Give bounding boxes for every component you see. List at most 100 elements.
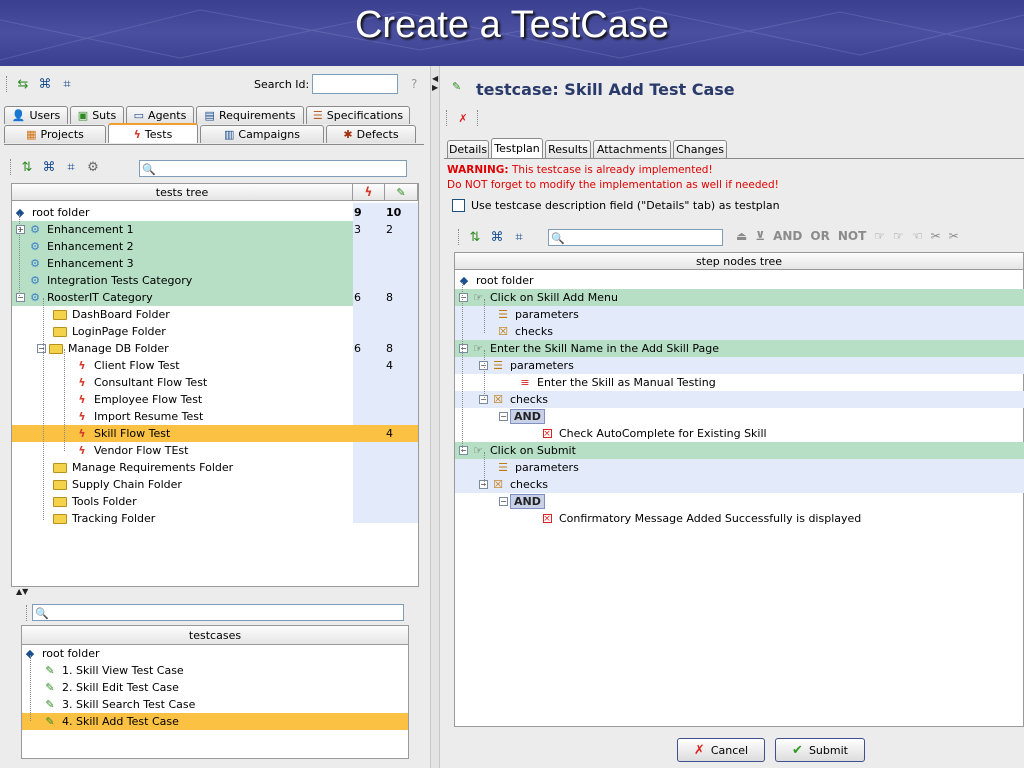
tree-row-selected[interactable]: ϟ Skill Flow Test — [12, 425, 418, 442]
tab-specifications[interactable]: ☰ Specifications — [306, 106, 410, 124]
pane-splitter[interactable]: ◀ ▶ — [430, 66, 440, 768]
cancel-button[interactable]: ✗ Cancel — [677, 738, 765, 762]
sync-icon[interactable]: ⇆ — [15, 76, 31, 92]
tests-count-header[interactable]: ϟ — [352, 183, 385, 201]
step-row[interactable]: − ☒ checks — [455, 476, 1024, 493]
tree-row[interactable]: DashBoard Folder — [52, 306, 352, 323]
step-row[interactable]: ≡ Enter the Skill as Manual Testing — [455, 374, 1024, 391]
tab-results[interactable]: Results — [545, 140, 591, 158]
testcases-search-input[interactable] — [32, 604, 404, 621]
collapse-all-icon[interactable]: ⌗ — [63, 159, 79, 175]
testcase-row[interactable]: ✎ 2. Skill Edit Test Case — [42, 679, 408, 696]
step-row[interactable]: − ☞ Click on Skill Add Menu — [455, 289, 1024, 306]
expand-all-icon[interactable]: ⌘ — [489, 229, 505, 245]
expand-all-icon[interactable]: ⌘ — [37, 76, 53, 92]
collapse-all-icon[interactable]: ⌗ — [59, 76, 75, 92]
tree-row[interactable]: ϟ Client Flow Test — [74, 357, 352, 374]
step-row[interactable]: ◆ root folder — [456, 272, 1022, 289]
tab-defects[interactable]: ✱ Defects — [326, 125, 416, 143]
tab-tests[interactable]: ϟ Tests — [108, 123, 198, 143]
collapse-icon[interactable]: − — [459, 293, 468, 302]
not-button[interactable]: NOT — [838, 229, 866, 243]
tree-row[interactable]: Manage Requirements Folder — [52, 459, 352, 476]
refresh-icon[interactable]: ⇅ — [467, 229, 483, 245]
step-row[interactable]: − ☞ Click on Submit — [455, 442, 1024, 459]
tree-row[interactable]: Supply Chain Folder — [52, 476, 352, 493]
tree-row[interactable]: ⚙ Enhancement 3 — [12, 255, 353, 272]
step-tree-header[interactable]: step nodes tree — [454, 252, 1024, 270]
testcase-row[interactable]: ◆ root folder — [22, 645, 408, 662]
search-id-input[interactable] — [312, 74, 398, 94]
tree-row[interactable]: − Manage DB Folder — [37, 340, 353, 357]
tree-row[interactable]: ϟ Import Resume Test — [74, 408, 352, 425]
move-down-icon[interactable]: ⊻ — [755, 229, 765, 243]
move-up-icon[interactable]: ⏏ — [736, 229, 747, 243]
delete-icon[interactable]: ✂ — [949, 229, 959, 243]
expand-all-icon[interactable]: ⌘ — [41, 159, 57, 175]
and-button[interactable]: AND — [773, 229, 802, 243]
step-row[interactable]: − ☒ checks — [455, 391, 1024, 408]
add-step-icon[interactable]: ☞ — [874, 229, 885, 243]
collapse-all-icon[interactable]: ⌗ — [511, 229, 527, 245]
collapse-icon[interactable]: − — [16, 293, 25, 302]
tree-row[interactable]: Tracking Folder — [52, 510, 352, 527]
add-param-icon[interactable]: ☜ — [912, 229, 923, 243]
testcases-header[interactable]: testcases — [21, 625, 409, 645]
step-row[interactable]: − AND — [455, 408, 1024, 425]
cut-icon[interactable]: ✂ — [931, 229, 941, 243]
step-row[interactable]: − ☞ Enter the Skill Name in the Add Skill … — [455, 340, 1024, 357]
step-row[interactable]: ☰ parameters — [455, 459, 1024, 476]
testcases-count-header[interactable]: ✎ — [384, 183, 418, 201]
submit-button[interactable]: ✔ Submit — [775, 738, 865, 762]
tab-requirements[interactable]: ▤ Requirements — [196, 106, 304, 124]
tree-row[interactable]: + ⚙ Enhancement 1 — [12, 221, 353, 238]
step-row[interactable]: × Check AutoComplete for Existing Skill — [455, 425, 1024, 442]
tree-row[interactable]: ϟ Employee Flow Test — [74, 391, 352, 408]
tab-projects[interactable]: ▦ Projects — [4, 125, 106, 143]
testcase-row-selected[interactable]: ✎ 4. Skill Add Test Case — [22, 713, 408, 730]
collapse-icon[interactable]: − — [37, 344, 46, 353]
help-icon[interactable]: ? — [411, 77, 417, 91]
tab-suts[interactable]: ▣ Suts — [70, 106, 124, 124]
collapse-icon[interactable]: − — [499, 412, 508, 421]
testcases-count: 4 — [386, 359, 393, 372]
tree-search-input[interactable] — [139, 160, 407, 177]
step-row[interactable]: − ☰ parameters — [455, 357, 1024, 374]
step-search-input[interactable] — [548, 229, 723, 246]
refresh-icon[interactable]: ⇅ — [19, 159, 35, 175]
tab-changes[interactable]: Changes — [673, 140, 727, 158]
or-button[interactable]: OR — [810, 229, 829, 243]
tree-row[interactable]: ◆ root folder — [12, 204, 352, 221]
tests-tree-header[interactable]: tests tree — [11, 183, 353, 201]
splitter-arrows-icon[interactable]: ◀ ▶ — [432, 74, 438, 92]
use-description-checkbox[interactable] — [452, 199, 465, 212]
testcase-row[interactable]: ✎ 3. Skill Search Test Case — [42, 696, 408, 713]
tab-users[interactable]: 👤 Users — [4, 106, 68, 124]
collapse-icon[interactable]: − — [499, 497, 508, 506]
collapse-icon[interactable]: − — [459, 344, 468, 353]
tab-agents[interactable]: ▭ Agents — [126, 106, 194, 124]
step-row[interactable]: − AND — [455, 493, 1024, 510]
unimplement-icon[interactable]: ✗ — [455, 110, 471, 126]
tree-row[interactable]: Tools Folder — [52, 493, 352, 510]
collapse-icon[interactable]: − — [459, 446, 468, 455]
step-row[interactable]: ☰ parameters — [455, 306, 1024, 323]
tree-row[interactable]: ϟ Consultant Flow Test — [74, 374, 352, 391]
tree-row[interactable]: − ⚙ RoosterIT Category — [12, 289, 353, 306]
splitter-arrows-icon[interactable]: ▲▼ — [16, 587, 28, 596]
tab-campaigns[interactable]: ▥ Campaigns — [200, 125, 324, 143]
tab-attachments[interactable]: Attachments — [593, 140, 671, 158]
tree-row[interactable]: ⚙ Integration Tests Category — [12, 272, 353, 289]
filter-icon[interactable]: ⚙ — [85, 159, 101, 175]
tree-row[interactable]: ⚙ Enhancement 2 — [12, 238, 353, 255]
expand-icon[interactable]: + — [16, 225, 25, 234]
use-description-option[interactable]: Use testcase description field ("Details… — [452, 199, 780, 212]
tab-testplan[interactable]: Testplan — [491, 138, 543, 158]
tree-row[interactable]: ϟ Vendor Flow TEst — [74, 442, 352, 459]
tab-details[interactable]: Details — [447, 140, 489, 158]
testcase-row[interactable]: ✎ 1. Skill View Test Case — [42, 662, 408, 679]
step-row[interactable]: ☒ checks — [455, 323, 1024, 340]
step-row[interactable]: × Confirmatory Message Added Successfully… — [455, 510, 1024, 527]
add-check-icon[interactable]: ☞ — [893, 229, 904, 243]
tree-row[interactable]: LoginPage Folder — [52, 323, 352, 340]
